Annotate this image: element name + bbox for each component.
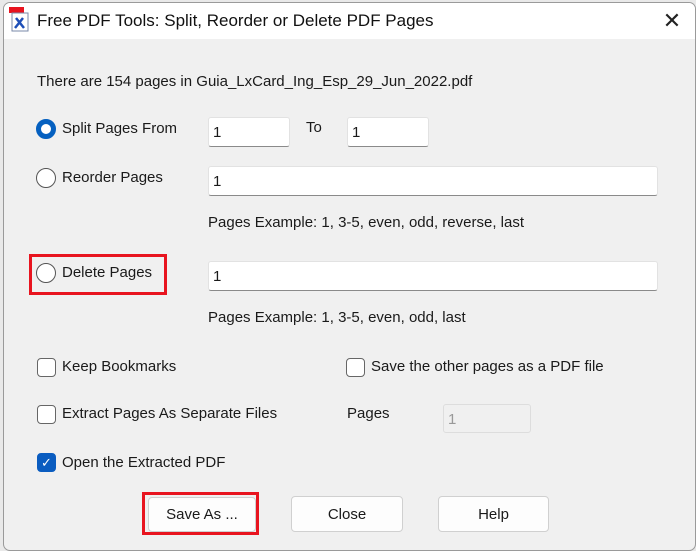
to-label: To <box>306 119 322 136</box>
save-other-pages-label: Save the other pages as a PDF file <box>371 358 604 375</box>
reorder-pages-label: Reorder Pages <box>62 169 163 186</box>
help-button[interactable]: Help <box>438 496 549 532</box>
save-as-button[interactable]: Save As ... <box>148 497 256 532</box>
delete-pages-input[interactable]: 1 <box>208 261 658 291</box>
extract-separate-checkbox[interactable] <box>37 405 56 424</box>
pages-label: Pages <box>347 405 390 422</box>
close-button[interactable]: Close <box>291 496 403 532</box>
reorder-pages-input[interactable]: 1 <box>208 166 658 196</box>
delete-pages-radio[interactable] <box>36 263 56 283</box>
save-other-pages-checkbox[interactable] <box>346 358 365 377</box>
extract-separate-label: Extract Pages As Separate Files <box>62 405 278 422</box>
open-extracted-checkbox[interactable]: ✓ <box>37 453 56 472</box>
keep-bookmarks-checkbox[interactable] <box>37 358 56 377</box>
split-pages-radio[interactable] <box>36 119 56 139</box>
close-icon[interactable]: ✕ <box>649 3 695 39</box>
split-pages-label: Split Pages From <box>62 120 178 137</box>
title-bar: Free PDF Tools: Split, Reorder or Delete… <box>4 3 695 39</box>
delete-example: Pages Example: 1, 3-5, even, odd, last <box>208 309 466 326</box>
split-to-input[interactable]: 1 <box>347 117 429 147</box>
keep-bookmarks-label: Keep Bookmarks <box>62 358 177 375</box>
pages-input[interactable]: 1 <box>443 404 531 433</box>
page-count-info: There are 154 pages in Guia_LxCard_Ing_E… <box>37 73 473 90</box>
reorder-pages-radio[interactable] <box>36 168 56 188</box>
pdf-tools-app-icon <box>9 7 29 32</box>
open-extracted-label: Open the Extracted PDF <box>62 454 226 471</box>
split-from-input[interactable]: 1 <box>208 117 290 147</box>
checkmark-icon: ✓ <box>41 455 52 470</box>
reorder-example: Pages Example: 1, 3-5, even, odd, revers… <box>208 214 525 231</box>
window-title: Free PDF Tools: Split, Reorder or Delete… <box>37 11 434 30</box>
delete-pages-label: Delete Pages <box>62 264 153 281</box>
